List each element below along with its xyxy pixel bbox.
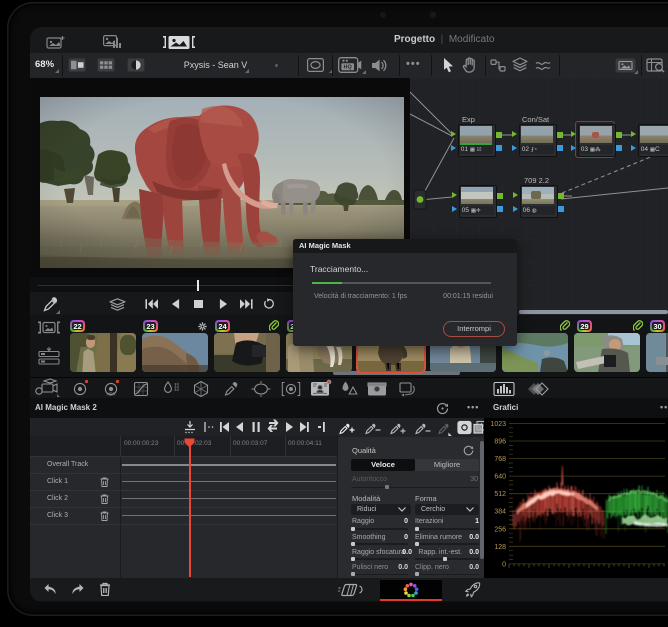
svg-text:512: 512 <box>494 491 506 498</box>
svg-text:384: 384 <box>494 509 506 516</box>
svg-text:HDR: HDR <box>106 392 115 397</box>
svg-text:1023: 1023 <box>490 421 506 428</box>
svg-text:128: 128 <box>494 544 506 551</box>
svg-text:768: 768 <box>494 456 506 463</box>
svg-text:896: 896 <box>494 439 506 446</box>
svg-text:0: 0 <box>502 561 506 568</box>
svg-text:256: 256 <box>494 526 506 533</box>
svg-text:640: 640 <box>494 474 506 481</box>
svg-text:HQ: HQ <box>343 65 352 71</box>
